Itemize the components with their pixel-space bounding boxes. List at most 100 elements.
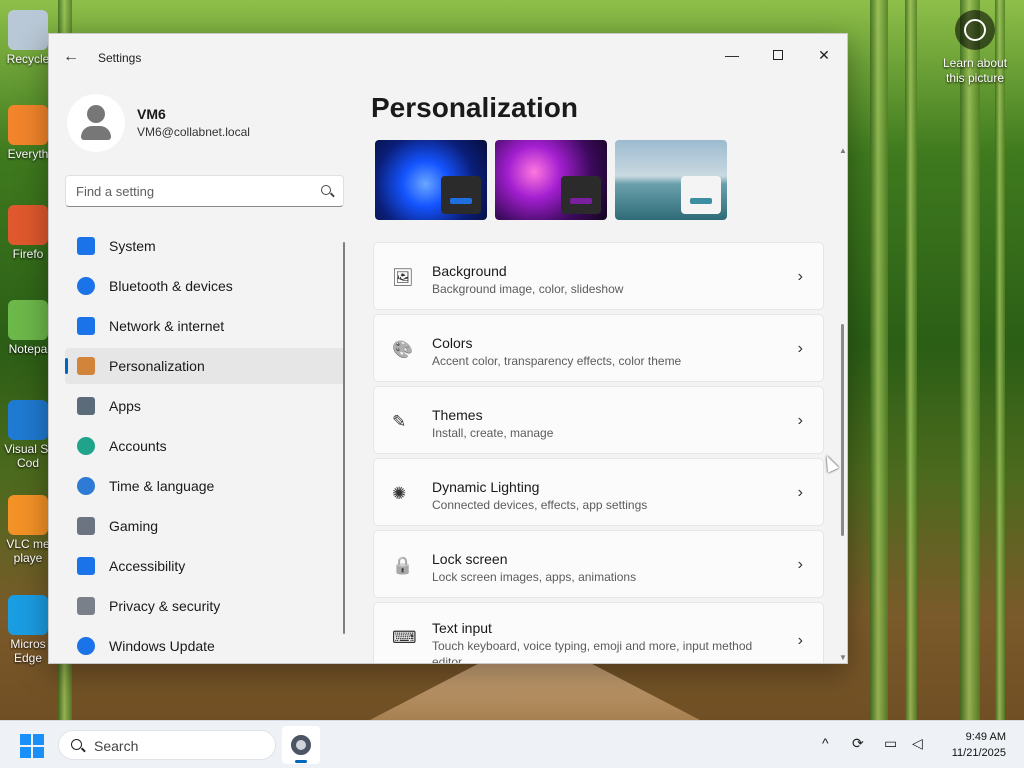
maximize-icon [773,50,783,60]
network-icon[interactable]: ▭ [884,735,897,752]
bamboo-stalk [870,0,888,720]
back-arrow-icon[interactable]: ← [63,48,83,68]
chevron-right-icon: › [797,556,803,573]
scroll-down-icon[interactable]: ▼ [839,653,847,662]
taskbar-settings-app[interactable] [282,726,320,764]
sidebar-item-label: Bluetooth & devices [109,278,233,294]
camera-icon [955,10,995,50]
volume-icon[interactable]: ◁ [912,735,923,752]
sidebar-item-gaming[interactable]: Gaming [65,508,345,544]
forest-path [370,660,700,720]
search-icon [71,739,82,750]
clock-date: 11/21/2025 [951,747,1006,759]
lock-screen-icon: 🔒 [392,556,414,575]
chevron-right-icon: › [797,340,803,357]
taskbar: Search ^ ⟳ ▭ ◁ 9:49 AM 11/21/2025 [0,720,1024,768]
app-icon [8,105,48,145]
search-icon[interactable] [321,185,331,195]
theme-accent-bar [450,198,472,204]
chevron-right-icon: › [797,412,803,429]
sidebar-item-system[interactable]: System [65,228,345,264]
app-icon [8,10,48,50]
sidebar-item-label: Windows Update [109,638,215,654]
theme-lake[interactable] [615,140,727,220]
maximize-button[interactable] [755,40,801,70]
image-icon: 🖼 [392,268,414,287]
setting-card-title: Lock screen [432,551,508,567]
bluetooth-icon [77,277,95,295]
sidebar-item-network-internet[interactable]: Network & internet [65,308,345,344]
setting-card-lock-screen[interactable]: 🔒 Lock screen Lock screen images, apps, an… [373,530,824,598]
gaming-icon [77,517,95,535]
setting-card-subtitle: Lock screen images, apps, animations [432,570,637,584]
sidebar-item-label: Accounts [109,438,167,454]
setting-card-text-input[interactable]: ⌨ Text input Touch keyboard, voice typing,… [373,602,824,663]
tray-chevron-icon[interactable]: ^ [822,735,829,751]
sidebar-item-personalization[interactable]: Personalization [65,348,345,384]
search-input[interactable] [76,176,306,206]
sidebar-item-accounts[interactable]: Accounts [65,428,345,464]
sidebar-item-label: Gaming [109,518,159,534]
minimize-button[interactable]: — [709,40,755,70]
sync-icon[interactable]: ⟳ [852,735,864,752]
scroll-up-icon[interactable]: ▲ [839,146,847,155]
learn-about-picture[interactable]: Learn about this picture [938,10,1012,86]
sidebar-item-label: System [109,238,156,254]
setting-card-background[interactable]: 🖼 Background Background image, color, slid… [373,242,824,310]
setting-card-subtitle: Accent color, transparency effects, colo… [432,354,682,368]
sidebar-item-label: Accessibility [109,558,186,574]
setting-card-title: Background [432,263,507,279]
settings-list: 🖼 Background Background image, color, slid… [373,242,824,663]
setting-card-dynamic-lighting[interactable]: ✺ Dynamic Lighting Connected devices, effe… [373,458,824,526]
app-icon [8,205,48,245]
shield-icon [77,597,95,615]
sidebar-item-time-language[interactable]: Time & language [65,468,345,504]
sidebar-item-bluetooth-devices[interactable]: Bluetooth & devices [65,268,345,304]
sidebar-scrollbar[interactable] [343,242,345,634]
start-button[interactable] [20,734,44,758]
theme-accent-bar [570,198,592,204]
setting-card-title: Themes [432,407,483,423]
keyboard-icon: ⌨ [392,628,417,647]
sidebar-item-label: Time & language [109,478,215,494]
app-icon [8,495,48,535]
theme-accent-bar [690,198,712,204]
setting-card-title: Text input [432,620,492,636]
chevron-right-icon: › [797,632,803,649]
setting-card-subtitle: Install, create, manage [432,426,554,440]
taskbar-search[interactable]: Search [58,730,276,760]
bamboo-stalk [995,0,1005,720]
chevron-right-icon: › [797,268,803,285]
sidebar-item-apps[interactable]: Apps [65,388,345,424]
theme-purple-glow[interactable] [495,140,607,220]
app-icon [8,300,48,340]
clock[interactable]: 9:49 AM 11/21/2025 [952,729,1006,761]
sidebar-item-privacy-security[interactable]: Privacy & security [65,588,345,624]
user-email: VM6@collabnet.local [137,125,250,139]
setting-card-title: Dynamic Lighting [432,479,540,495]
sidebar-item-label: Privacy & security [109,598,221,614]
gear-icon [291,735,311,755]
sidebar-nav: System Bluetooth & devices Network & inter… [65,228,345,663]
scrollbar-thumb[interactable] [841,324,844,536]
setting-card-colors[interactable]: 🎨 Colors Accent color, transparency effect… [373,314,824,382]
theme-blue-bloom[interactable] [375,140,487,220]
sidebar-item-windows-update[interactable]: Windows Update [65,628,345,663]
user-name: VM6 [137,106,166,122]
brush-icon [77,357,95,375]
sidebar-item-accessibility[interactable]: Accessibility [65,548,345,584]
app-icon [8,400,48,440]
lighting-icon: ✺ [392,484,407,503]
find-setting-box [65,175,344,207]
windows-update-icon [77,637,95,655]
setting-card-themes[interactable]: ✎ Themes Install, create, manage › [373,386,824,454]
theme-preview-window [681,176,721,214]
clock-time: 9:49 AM [965,731,1006,743]
accounts-icon [77,437,95,455]
time-language-icon [77,477,95,495]
close-button[interactable]: ✕ [801,40,847,70]
content-scrollbar[interactable]: ▲ ▼ [839,146,847,662]
palette-icon: 🎨 [392,340,414,359]
avatar[interactable] [67,94,125,152]
wifi-icon [77,317,95,335]
